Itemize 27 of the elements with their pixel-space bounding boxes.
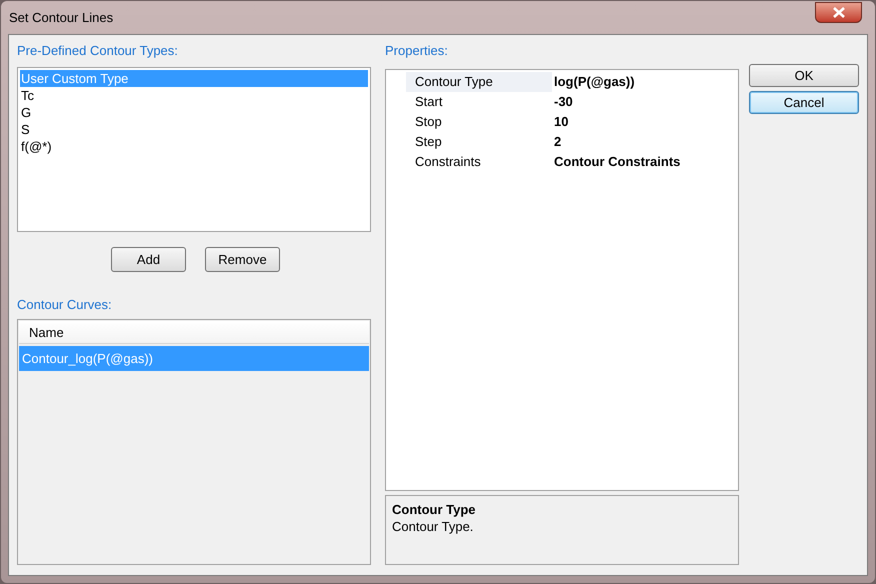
property-value[interactable]: Contour Constraints [552, 152, 738, 172]
section-label: Properties: [385, 42, 449, 60]
property-value[interactable]: 2 [552, 132, 738, 152]
list-button[interactable]: Add [111, 247, 186, 272]
close-button[interactable] [815, 2, 862, 23]
property-value[interactable]: 10 [552, 112, 738, 132]
section-label: Pre-Defined Contour Types: [17, 42, 179, 60]
property-name[interactable]: Start [406, 92, 552, 112]
dialog-button[interactable]: Cancel [749, 91, 859, 114]
list-item[interactable]: Tc [20, 87, 368, 104]
property-name[interactable]: Stop [406, 112, 552, 132]
description-title: Contour Type [392, 501, 477, 518]
property-value[interactable]: log(P(@gas)) [552, 72, 738, 92]
property-value[interactable]: -30 [552, 92, 738, 112]
window-title: Set Contour Lines [8, 8, 114, 27]
list-item[interactable]: G [20, 104, 368, 121]
list-item[interactable]: f(@*) [20, 138, 368, 155]
property-name[interactable]: Contour Type [406, 72, 552, 92]
list-item[interactable]: S [20, 121, 368, 138]
column-header[interactable]: Name [19, 321, 369, 343]
list-button[interactable]: Remove [205, 247, 280, 272]
property-name[interactable]: Constraints [406, 152, 552, 172]
close-icon [832, 7, 844, 18]
dialog-button[interactable]: OK [749, 64, 859, 87]
section-label: Contour Curves: [17, 296, 113, 314]
description-text: Contour Type. [392, 518, 474, 535]
property-name[interactable]: Step [406, 132, 552, 152]
